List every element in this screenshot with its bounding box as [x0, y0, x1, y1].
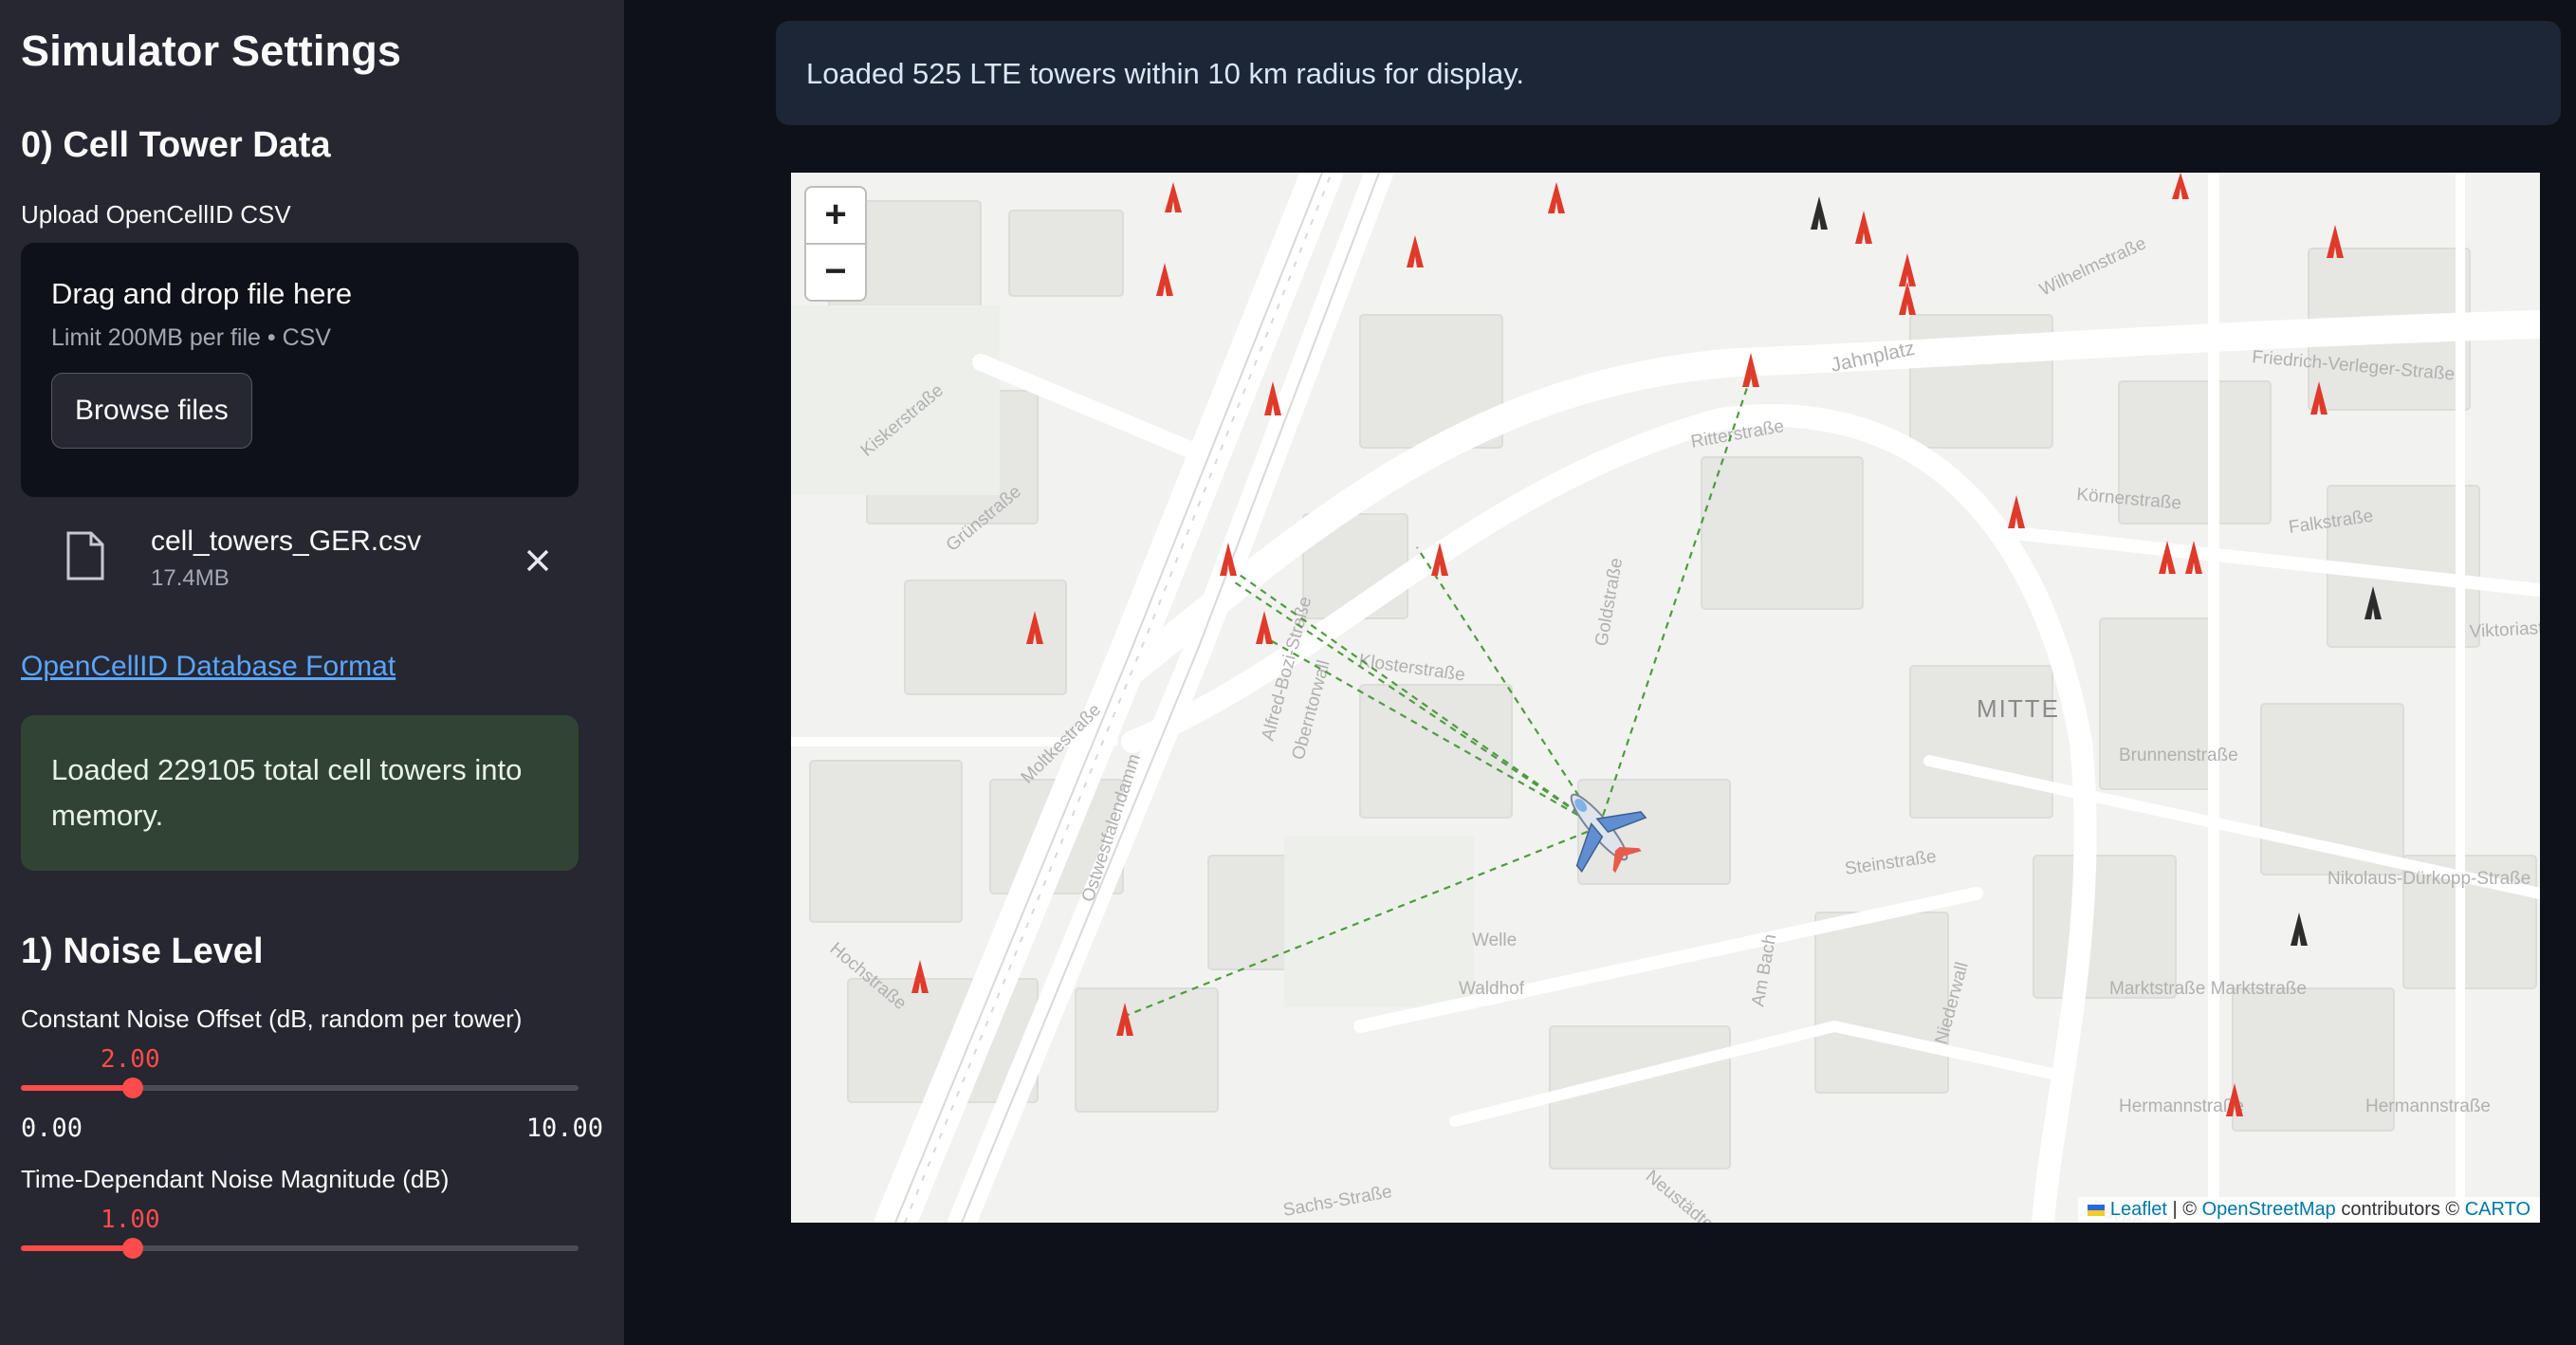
sidebar-title: Simulator Settings — [21, 27, 402, 75]
slider-constant-noise-label: Constant Noise Offset (dB, random per to… — [21, 1004, 523, 1033]
file-icon — [66, 531, 104, 580]
browse-files-button[interactable]: Browse files — [51, 373, 252, 449]
slider-min-label: 0.00 — [21, 1114, 83, 1143]
map-canvas[interactable]: Ostwestfalendamm Oberntorwall Alfred-Boz… — [791, 173, 2540, 1223]
file-size: 17.4MB — [151, 565, 230, 591]
svg-text:Brunnenstraße: Brunnenstraße — [2119, 746, 2238, 765]
file-dropzone[interactable]: Drag and drop file here Limit 200MB per … — [21, 243, 579, 497]
attribution-copyright: © — [2182, 1199, 2198, 1220]
slider-constant-noise-value: 2.00 — [101, 1045, 160, 1074]
map-container[interactable]: Ostwestfalendamm Oberntorwall Alfred-Boz… — [791, 173, 2540, 1223]
slider-constant-noise[interactable]: 2.00 0.00 10.00 — [21, 1034, 603, 1143]
sidebar: Simulator Settings 0) Cell Tower Data Up… — [0, 0, 624, 1345]
slider-fill — [21, 1085, 133, 1091]
leaflet-link[interactable]: Leaflet — [2110, 1199, 2167, 1220]
svg-text:Welle: Welle — [1472, 930, 1517, 950]
carto-link[interactable]: CARTO — [2465, 1199, 2530, 1220]
section-heading-cell-tower: 0) Cell Tower Data — [21, 125, 331, 165]
upload-label: Upload OpenCellID CSV — [21, 200, 291, 229]
zoom-control: + − — [804, 186, 867, 302]
close-icon[interactable] — [525, 548, 550, 573]
slider-handle[interactable] — [122, 1078, 143, 1098]
district-label: MITTE — [1977, 694, 2060, 723]
slider-time-noise[interactable]: 1.00 — [21, 1194, 603, 1270]
main-content: Loaded 525 LTE towers within 10 km radiu… — [624, 0, 2576, 1345]
dropzone-title: Drag and drop file here — [51, 277, 353, 310]
zoom-in-button[interactable]: + — [806, 188, 865, 245]
ukraine-flag-icon — [2088, 1204, 2106, 1216]
opencellid-format-link[interactable]: OpenCellID Database Format — [21, 651, 396, 682]
section-heading-noise: 1) Noise Level — [21, 931, 264, 971]
svg-text:Marktstraße Marktstraße: Marktstraße Marktstraße — [2109, 979, 2307, 999]
zoom-out-button[interactable]: − — [806, 245, 865, 300]
slider-time-noise-value: 1.00 — [101, 1206, 160, 1234]
attribution-sep: | — [2172, 1199, 2178, 1220]
attribution-contributors: contributors © — [2341, 1199, 2460, 1220]
slider-fill — [21, 1245, 133, 1251]
svg-text:Hermannstraße: Hermannstraße — [2365, 1096, 2491, 1116]
success-alert: Loaded 229105 total cell towers into mem… — [21, 715, 579, 871]
map-attribution: Leaflet | © OpenStreetMap contributors ©… — [2078, 1197, 2540, 1223]
svg-text:Hermannstraße: Hermannstraße — [2119, 1096, 2244, 1116]
slider-max-label: 10.00 — [525, 1114, 603, 1143]
info-alert: Loaded 525 LTE towers within 10 km radiu… — [776, 21, 2561, 125]
dropzone-limit: Limit 200MB per file • CSV — [51, 324, 331, 351]
slider-handle[interactable] — [122, 1238, 143, 1259]
openstreetmap-link[interactable]: OpenStreetMap — [2202, 1199, 2336, 1220]
svg-text:Nikolaus-Dürkopp-Straße: Nikolaus-Dürkopp-Straße — [2328, 869, 2530, 889]
slider-time-noise-label: Time-Dependant Noise Magnitude (dB) — [21, 1165, 450, 1193]
uploaded-file-row: cell_towers_GER.csv 17.4MB — [21, 510, 603, 601]
svg-text:Waldhof: Waldhof — [1459, 979, 1525, 999]
file-name: cell_towers_GER.csv — [151, 525, 422, 557]
